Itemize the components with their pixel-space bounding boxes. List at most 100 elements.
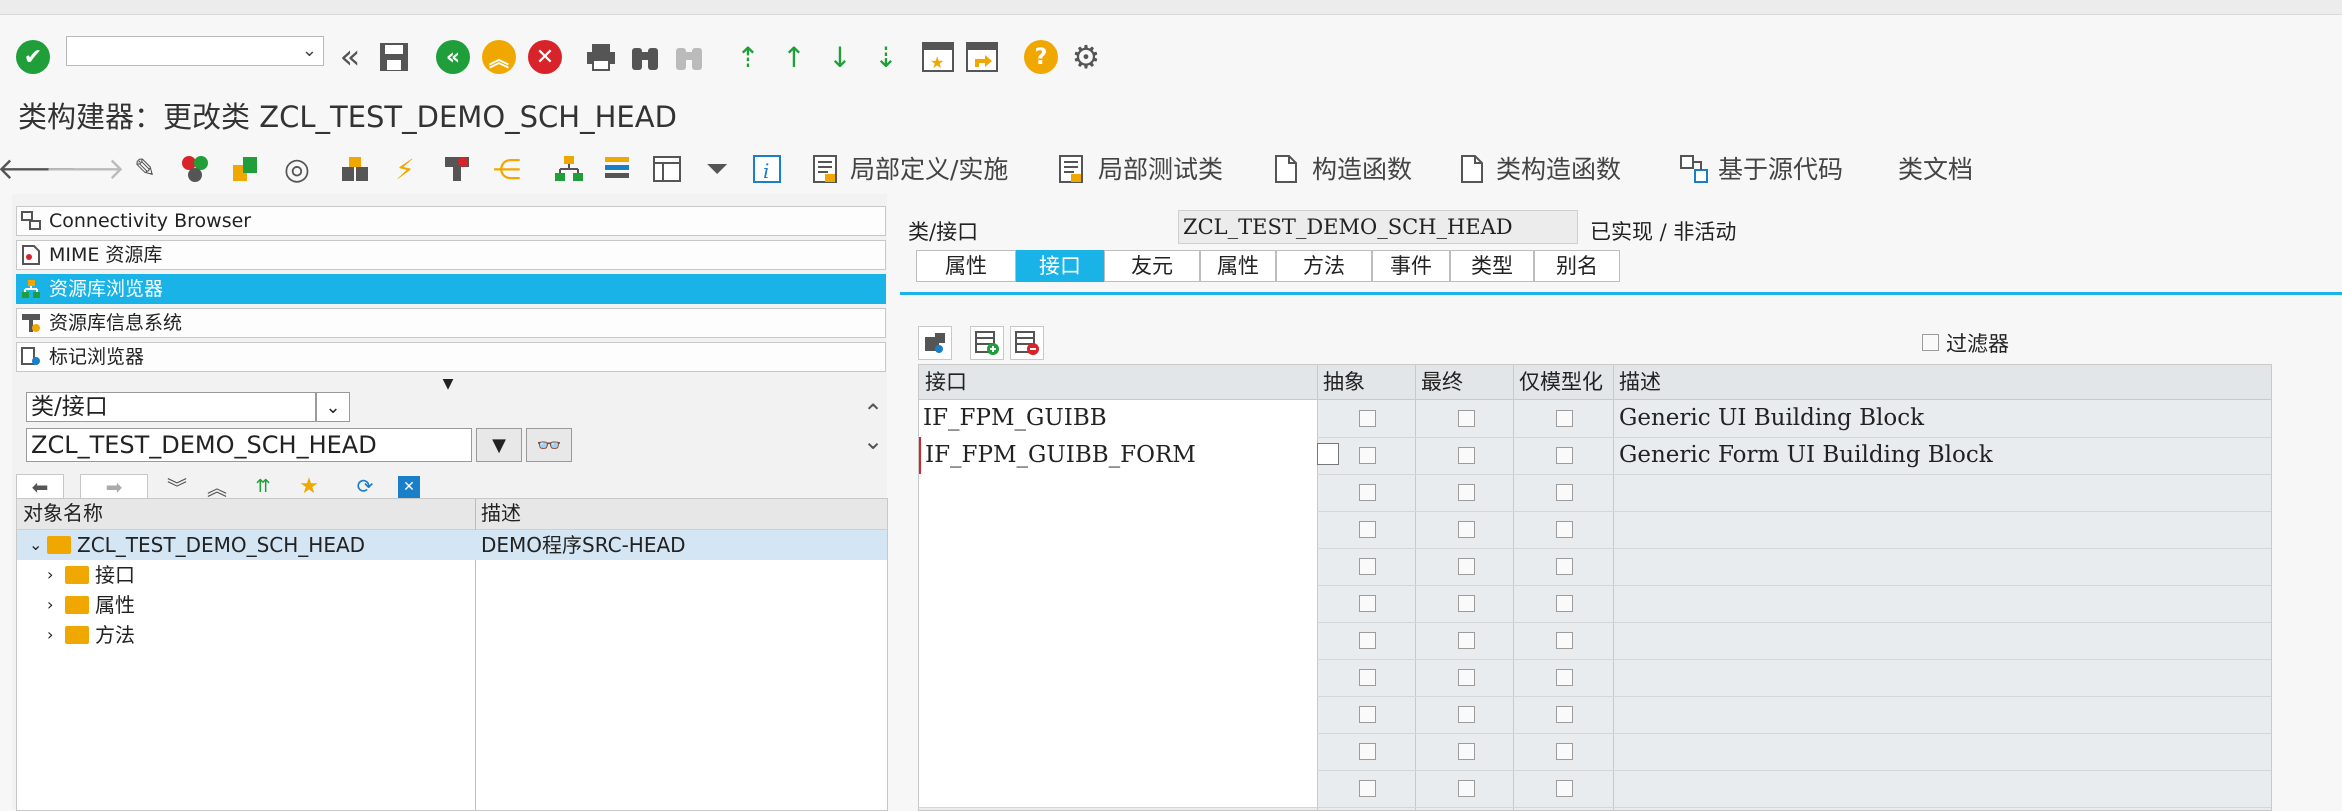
activate-icon[interactable] (178, 152, 212, 186)
modeled-only-checkbox[interactable] (1556, 410, 1573, 427)
insert-row-icon[interactable] (970, 326, 1004, 360)
class-constructor-button[interactable]: 类构造函数 (1496, 150, 1621, 186)
hierarchy-icon[interactable] (338, 152, 372, 186)
class-doc-button[interactable]: 类文档 (1898, 150, 1973, 186)
tab-types[interactable]: 类型 (1450, 250, 1534, 282)
modeled-only-checkbox[interactable] (1556, 447, 1573, 464)
nav-bar-repository-browser[interactable]: 资源库浏览器 (16, 274, 886, 304)
value-help-icon[interactable] (1317, 443, 1339, 465)
object-name-input[interactable]: ZCL_TEST_DEMO_SCH_HEAD (26, 428, 472, 462)
local-tests-button[interactable]: 局部测试类 (1098, 150, 1223, 186)
interface-cell[interactable] (919, 474, 1317, 511)
scroll-up-icon[interactable]: ⌃ (862, 399, 884, 427)
abstract-checkbox[interactable] (1359, 558, 1376, 575)
object-type-field[interactable]: 类/接口 (26, 392, 316, 422)
modeled-only-checkbox[interactable] (1556, 521, 1573, 538)
final-checkbox[interactable] (1458, 669, 1475, 686)
info-icon[interactable]: i (750, 152, 784, 186)
interface-cell[interactable] (919, 548, 1317, 585)
new-session-icon[interactable]: ★ (920, 40, 956, 74)
final-checkbox[interactable] (1458, 410, 1475, 427)
help-icon[interactable]: ? (1024, 40, 1058, 74)
source-based-button[interactable]: 基于源代码 (1718, 150, 1843, 186)
interface-cell[interactable]: IF_FPM_GUIBB (919, 400, 1317, 437)
object-list-icon[interactable]: ◎ (280, 152, 314, 187)
chevron-right-icon[interactable]: › (47, 560, 53, 590)
source-code-icon[interactable] (1678, 152, 1710, 186)
final-checkbox[interactable] (1458, 743, 1475, 760)
modeled-only-checkbox[interactable] (1556, 669, 1573, 686)
object-name-dropdown-icon[interactable]: ▼ (476, 428, 522, 462)
back-icon[interactable]: « (436, 40, 470, 74)
modeled-only-checkbox[interactable] (1556, 706, 1573, 723)
abstract-checkbox[interactable] (1359, 521, 1376, 538)
modeled-only-checkbox[interactable] (1556, 780, 1573, 797)
final-checkbox[interactable] (1458, 447, 1475, 464)
interface-cell[interactable] (919, 659, 1317, 696)
modeled-only-checkbox[interactable] (1556, 595, 1573, 612)
modeled-only-checkbox[interactable] (1556, 632, 1573, 649)
tree-node-methods[interactable]: › 方法 (17, 620, 887, 650)
find-next-icon[interactable] (672, 40, 706, 74)
display-glasses-icon[interactable]: 👓 (526, 428, 572, 462)
abstract-checkbox[interactable] (1359, 410, 1376, 427)
tree-node-interfaces[interactable]: › 接口 (17, 560, 887, 590)
tree-icon[interactable] (552, 152, 586, 186)
chevron-down-icon[interactable]: ⌄ (302, 40, 317, 61)
chevron-down-icon[interactable]: ⌄ (29, 530, 42, 560)
last-page-icon[interactable]: ⇣ (868, 40, 904, 74)
interface-cell[interactable]: IF_FPM_GUIBB_FORM (919, 437, 1317, 474)
print-icon[interactable] (584, 40, 618, 74)
final-checkbox[interactable] (1458, 558, 1475, 575)
breakpoint-icon[interactable] (440, 152, 474, 186)
layout-icon[interactable] (650, 152, 684, 186)
tree-back-icon[interactable]: ⬅ (16, 474, 64, 500)
class-constructor-doc-icon[interactable] (1458, 152, 1486, 186)
interface-cell[interactable] (919, 585, 1317, 622)
final-checkbox[interactable] (1458, 521, 1475, 538)
tab-attributes[interactable]: 属性 (1200, 250, 1276, 282)
prev-page-icon[interactable]: ↑ (776, 40, 812, 74)
nav-bar-mime[interactable]: MIME 资源库 (16, 240, 886, 270)
next-page-icon[interactable]: ↓ (822, 40, 858, 74)
navigate-icon[interactable]: ⋲ (490, 152, 524, 186)
interface-cell[interactable] (919, 770, 1317, 807)
tab-interfaces[interactable]: 接口 (1016, 250, 1104, 282)
expand-all-icon[interactable]: ︽ (200, 474, 234, 500)
abstract-checkbox[interactable] (1359, 632, 1376, 649)
double-left-icon[interactable]: « (334, 37, 366, 77)
modeled-only-checkbox[interactable] (1556, 558, 1573, 575)
abstract-checkbox[interactable] (1359, 743, 1376, 760)
object-type-dropdown-icon[interactable]: ⌄ (316, 392, 350, 422)
abstract-checkbox[interactable] (1359, 780, 1376, 797)
class-name-field[interactable]: ZCL_TEST_DEMO_SCH_HEAD (1178, 210, 1578, 244)
save-icon[interactable] (378, 40, 410, 74)
exit-icon[interactable]: ︽ (482, 40, 516, 74)
interface-cell[interactable] (919, 622, 1317, 659)
tab-events[interactable]: 事件 (1372, 250, 1450, 282)
collapse-all-icon[interactable]: ︾ (160, 474, 194, 500)
final-checkbox[interactable] (1458, 484, 1475, 501)
final-checkbox[interactable] (1458, 706, 1475, 723)
where-used-icon[interactable] (228, 152, 262, 186)
final-checkbox[interactable] (1458, 632, 1475, 649)
filter-icon[interactable]: ⏷ (700, 152, 734, 186)
local-defs-button[interactable]: 局部定义/实施 (850, 150, 1008, 186)
nav-bar-tag-browser[interactable]: 标记浏览器 (16, 342, 886, 372)
chevron-right-icon[interactable]: › (47, 620, 53, 650)
refresh-icon[interactable]: ⟳ (348, 474, 382, 498)
puzzle-icon[interactable] (918, 326, 952, 360)
abstract-checkbox[interactable] (1359, 669, 1376, 686)
forward-arrow-icon[interactable]: 🡒 (45, 152, 125, 187)
delete-row-icon[interactable] (1010, 326, 1044, 360)
tree-root-row[interactable]: ⌄ ZCL_TEST_DEMO_SCH_HEAD DEMO程序SRC-HEAD (17, 530, 887, 560)
hierarchy-up-icon[interactable]: ⇈ (246, 474, 280, 498)
cancel-icon[interactable]: ✕ (528, 40, 562, 74)
constructor-button[interactable]: 构造函数 (1312, 150, 1412, 186)
shortcut-icon[interactable] (964, 40, 1000, 74)
tab-methods[interactable]: 方法 (1276, 250, 1372, 282)
constructor-doc-icon[interactable] (1272, 152, 1300, 186)
first-page-icon[interactable]: ⇡ (730, 40, 766, 74)
tree-node-attributes[interactable]: › 属性 (17, 590, 887, 620)
stack-icon[interactable] (600, 152, 634, 186)
